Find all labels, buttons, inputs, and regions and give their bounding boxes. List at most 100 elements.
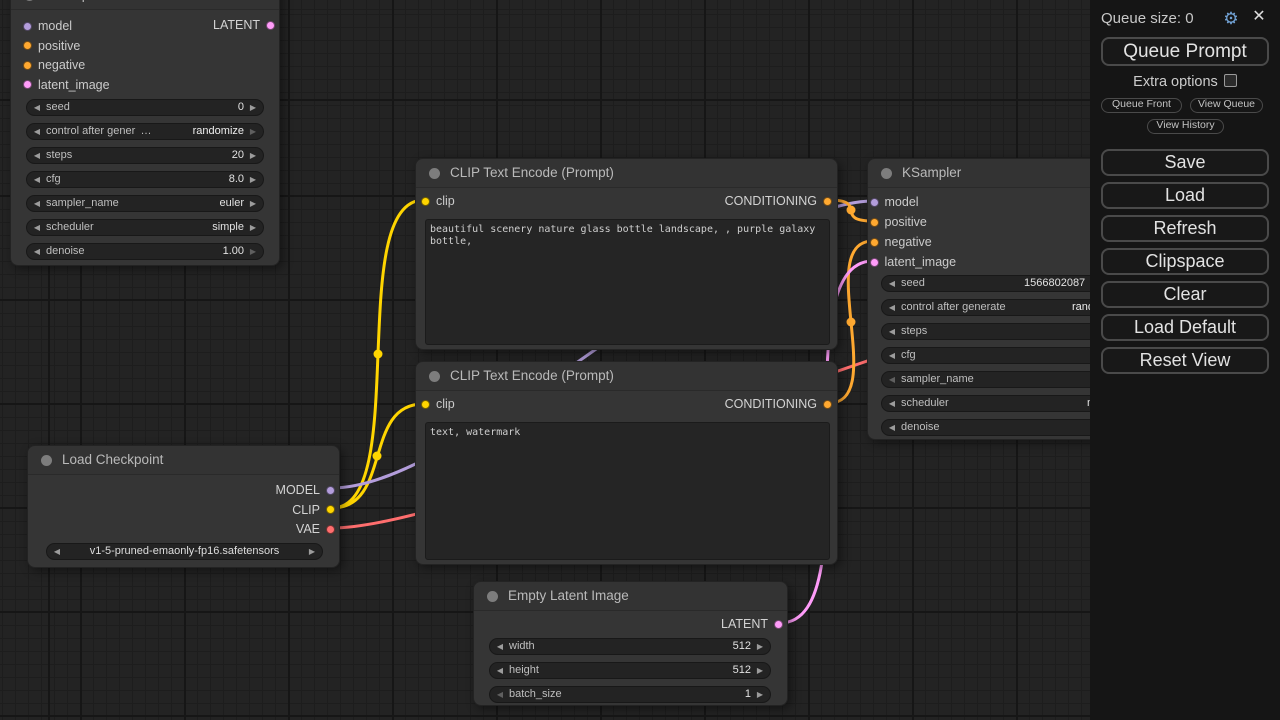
- close-icon[interactable]: [1250, 8, 1268, 26]
- output-port-latent[interactable]: [774, 620, 783, 629]
- widget-denoise[interactable]: denoise1.00: [26, 243, 264, 260]
- node-title-bar[interactable]: CLIP Text Encode (Prompt): [416, 362, 837, 391]
- node-title-bar[interactable]: Load Checkpoint: [28, 446, 339, 475]
- increment-arrow-icon[interactable]: [246, 148, 260, 163]
- output-port-latent[interactable]: [266, 21, 275, 30]
- decrement-arrow-icon[interactable]: [885, 324, 899, 339]
- node-clip-text-encode-positive[interactable]: CLIP Text Encode (Prompt) clip CONDITION…: [415, 158, 838, 350]
- decrement-arrow-icon[interactable]: [30, 100, 44, 115]
- node-clip-text-encode-negative[interactable]: CLIP Text Encode (Prompt) clip CONDITION…: [415, 361, 838, 565]
- collapse-dot-icon[interactable]: [24, 0, 35, 1]
- widget-height[interactable]: height512: [489, 662, 771, 679]
- decrement-arrow-icon[interactable]: [885, 276, 899, 291]
- decrement-arrow-icon[interactable]: [493, 687, 507, 702]
- increment-arrow-icon[interactable]: [753, 663, 767, 678]
- input-port-latent-image[interactable]: [23, 80, 32, 89]
- load-default-button[interactable]: Load Default: [1101, 314, 1269, 341]
- input-port-model[interactable]: [870, 198, 879, 207]
- widget-steps[interactable]: steps 20: [26, 147, 264, 164]
- decrement-arrow-icon[interactable]: [885, 372, 899, 387]
- decrement-arrow-icon[interactable]: [885, 300, 899, 315]
- output-port-vae[interactable]: [326, 525, 335, 534]
- input-port-model[interactable]: [23, 22, 32, 31]
- decrement-arrow-icon[interactable]: [30, 196, 44, 211]
- node-title-bar[interactable]: Empty Latent Image: [474, 582, 787, 611]
- decrement-arrow-icon[interactable]: [30, 124, 44, 139]
- increment-arrow-icon[interactable]: [246, 244, 260, 259]
- previous-arrow-icon[interactable]: [50, 544, 64, 559]
- decrement-arrow-icon[interactable]: [30, 148, 44, 163]
- increment-arrow-icon[interactable]: [246, 196, 260, 211]
- next-arrow-icon[interactable]: [305, 544, 319, 559]
- queue-prompt-button[interactable]: Queue Prompt: [1101, 37, 1269, 66]
- decrement-arrow-icon[interactable]: [885, 348, 899, 363]
- widget-scheduler[interactable]: schedulersimple: [26, 219, 264, 236]
- input-port-latent-image[interactable]: [870, 258, 879, 267]
- widget-label: steps: [46, 148, 72, 163]
- collapse-dot-icon[interactable]: [487, 591, 498, 602]
- node-empty-latent-image[interactable]: Empty Latent Image LATENT width512 heigh…: [473, 581, 788, 706]
- widget-value: 20: [232, 148, 244, 163]
- widget-label: sampler_name: [901, 372, 974, 387]
- clear-button[interactable]: Clear: [1101, 281, 1269, 308]
- widget-label: control after generate: [901, 300, 1006, 315]
- extra-options-checkbox[interactable]: [1224, 74, 1237, 87]
- node-title-bar[interactable]: CLIP Text Encode (Prompt): [416, 159, 837, 188]
- increment-arrow-icon[interactable]: [246, 100, 260, 115]
- node-load-checkpoint[interactable]: Load Checkpoint MODEL CLIP VAE v1-5-prun…: [27, 445, 340, 568]
- input-port-negative[interactable]: [870, 238, 879, 247]
- port-label: positive: [885, 215, 927, 229]
- collapse-dot-icon[interactable]: [41, 455, 52, 466]
- collapse-dot-icon[interactable]: [881, 168, 892, 179]
- port-label: LATENT: [213, 18, 260, 32]
- widget-label: scheduler: [46, 220, 94, 235]
- widget-control-after-generate[interactable]: control after gener …randomize: [26, 123, 264, 140]
- decrement-arrow-icon[interactable]: [493, 639, 507, 654]
- refresh-button[interactable]: Refresh: [1101, 215, 1269, 242]
- increment-arrow-icon[interactable]: [753, 639, 767, 654]
- widget-sampler-name[interactable]: sampler_nameeuler: [26, 195, 264, 212]
- view-queue-button[interactable]: View Queue: [1190, 98, 1263, 113]
- input-port-clip[interactable]: [421, 197, 430, 206]
- node-ksampler-partial[interactable]: KSampler model positive negative latent_…: [10, 0, 280, 266]
- widget-seed[interactable]: seed0: [26, 99, 264, 116]
- node-title-bar[interactable]: KSampler: [11, 0, 279, 10]
- decrement-arrow-icon[interactable]: [30, 244, 44, 259]
- decrement-arrow-icon[interactable]: [885, 396, 899, 411]
- decrement-arrow-icon[interactable]: [30, 172, 44, 187]
- decrement-arrow-icon[interactable]: [885, 420, 899, 435]
- prompt-textarea[interactable]: text, watermark: [425, 422, 830, 560]
- widget-width[interactable]: width512: [489, 638, 771, 655]
- output-port-conditioning[interactable]: [823, 197, 832, 206]
- collapse-dot-icon[interactable]: [429, 168, 440, 179]
- reset-view-button[interactable]: Reset View: [1101, 347, 1269, 374]
- widget-ckpt-name[interactable]: v1-5-pruned-emaonly-fp16.safetensors: [46, 543, 323, 560]
- link-dot: [373, 452, 382, 461]
- view-history-button[interactable]: View History: [1147, 119, 1224, 134]
- settings-gear-icon[interactable]: [1221, 9, 1241, 29]
- output-port-model[interactable]: [326, 486, 335, 495]
- input-port-positive[interactable]: [870, 218, 879, 227]
- comfyui-canvas[interactable]: KSampler model positive negative latent_…: [0, 0, 1280, 720]
- output-port-clip[interactable]: [326, 505, 335, 514]
- increment-arrow-icon[interactable]: [753, 687, 767, 702]
- widget-batch-size[interactable]: batch_size1: [489, 686, 771, 703]
- decrement-arrow-icon[interactable]: [493, 663, 507, 678]
- port-label: model: [885, 195, 919, 209]
- collapse-dot-icon[interactable]: [429, 371, 440, 382]
- load-button[interactable]: Load: [1101, 182, 1269, 209]
- increment-arrow-icon[interactable]: [246, 220, 260, 235]
- increment-arrow-icon[interactable]: [246, 124, 260, 139]
- input-port-positive[interactable]: [23, 41, 32, 50]
- prompt-textarea[interactable]: beautiful scenery nature glass bottle la…: [425, 219, 830, 345]
- port-label: CONDITIONING: [725, 194, 817, 208]
- queue-front-button[interactable]: Queue Front: [1101, 98, 1182, 113]
- input-port-clip[interactable]: [421, 400, 430, 409]
- clipspace-button[interactable]: Clipspace: [1101, 248, 1269, 275]
- output-port-conditioning[interactable]: [823, 400, 832, 409]
- increment-arrow-icon[interactable]: [246, 172, 260, 187]
- input-port-negative[interactable]: [23, 61, 32, 70]
- save-button[interactable]: Save: [1101, 149, 1269, 176]
- widget-cfg[interactable]: cfg8.0: [26, 171, 264, 188]
- decrement-arrow-icon[interactable]: [30, 220, 44, 235]
